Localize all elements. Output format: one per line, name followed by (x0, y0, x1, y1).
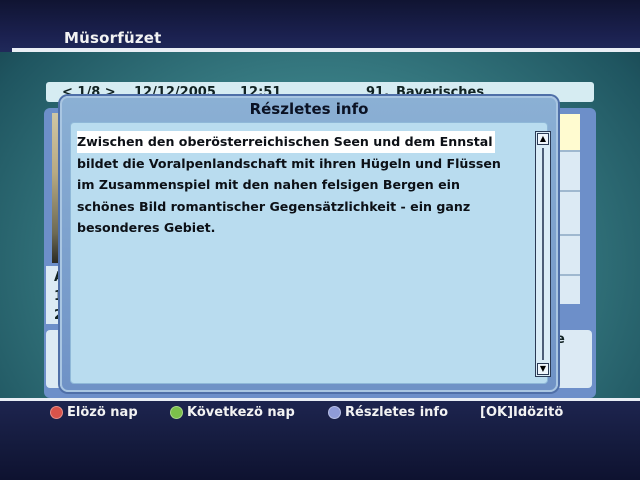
info-text: Zwischen den oberösterreichischen Seen u… (77, 131, 527, 239)
legend-divider (0, 398, 640, 401)
legend-next-day[interactable]: Következö nap (170, 403, 295, 421)
info-line: im Zusammenspiel mit den nahen felsigen … (77, 177, 460, 192)
scroll-down-icon[interactable]: ▼ (537, 363, 549, 375)
green-button-icon (170, 405, 183, 419)
info-line: bildet die Voralpenlandschaft mit ihren … (77, 155, 501, 171)
red-button-icon (50, 405, 63, 419)
dialog-body: Zwischen den oberösterreichischen Seen u… (70, 122, 551, 384)
app-title: Müsorfüzet (64, 29, 162, 47)
tv-screen: Müsorfüzet < 1/8 > 12/12/2005 12:51 91. … (0, 0, 640, 480)
info-line: schönes Bild romantischer Gegensätzlichk… (77, 198, 471, 214)
legend-label: [OK]Idözitö (480, 404, 564, 420)
detail-info-dialog: Részletes info Zwischen den oberösterrei… (60, 96, 558, 392)
blue-button-icon (328, 405, 341, 419)
info-line: besonderes Gebiet. (77, 220, 216, 235)
legend-detailed-info[interactable]: Részletes info (328, 403, 448, 421)
title-divider (12, 48, 640, 52)
scrollbar[interactable]: ▲ ▼ (535, 131, 551, 377)
scroll-up-icon[interactable]: ▲ (537, 133, 549, 145)
legend-ok-timer[interactable]: [OK]Idözitö (480, 403, 563, 421)
legend-label: Következö nap (187, 404, 295, 420)
legend-previous-day[interactable]: Elözö nap (50, 403, 138, 421)
scroll-track[interactable] (542, 148, 544, 360)
info-line-highlighted: Zwischen den oberösterreichischen Seen u… (77, 131, 495, 153)
dialog-title: Részletes info (249, 100, 369, 118)
legend-label: Elözö nap (67, 404, 138, 420)
legend-label: Részletes info (345, 404, 448, 420)
